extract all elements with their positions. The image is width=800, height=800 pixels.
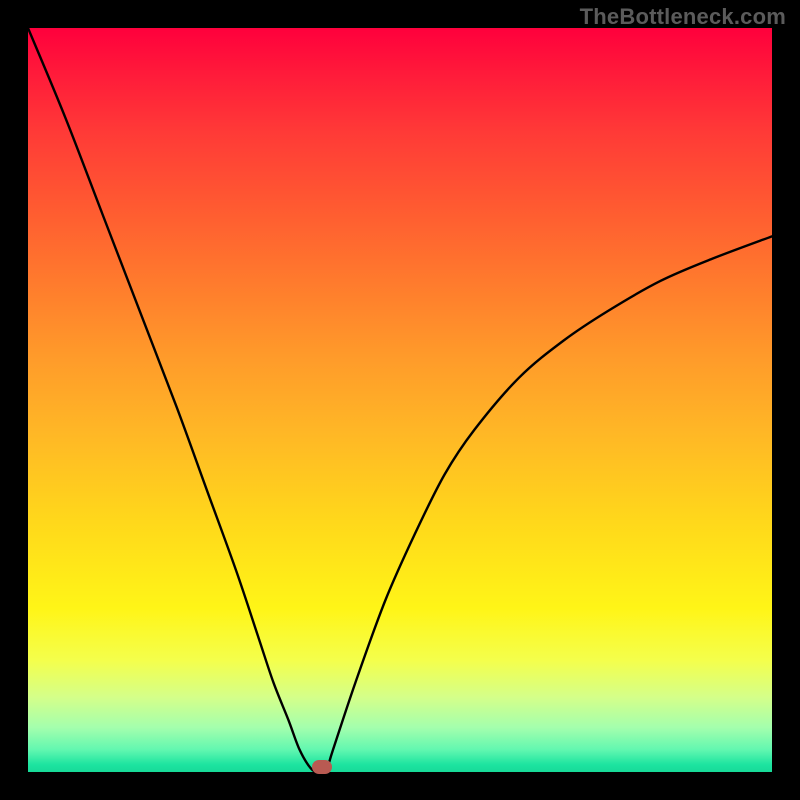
minimum-marker-icon — [312, 760, 332, 774]
chart-frame: TheBottleneck.com — [0, 0, 800, 800]
bottleneck-curve — [28, 28, 772, 772]
watermark-label: TheBottleneck.com — [580, 4, 786, 30]
plot-area — [28, 28, 772, 772]
